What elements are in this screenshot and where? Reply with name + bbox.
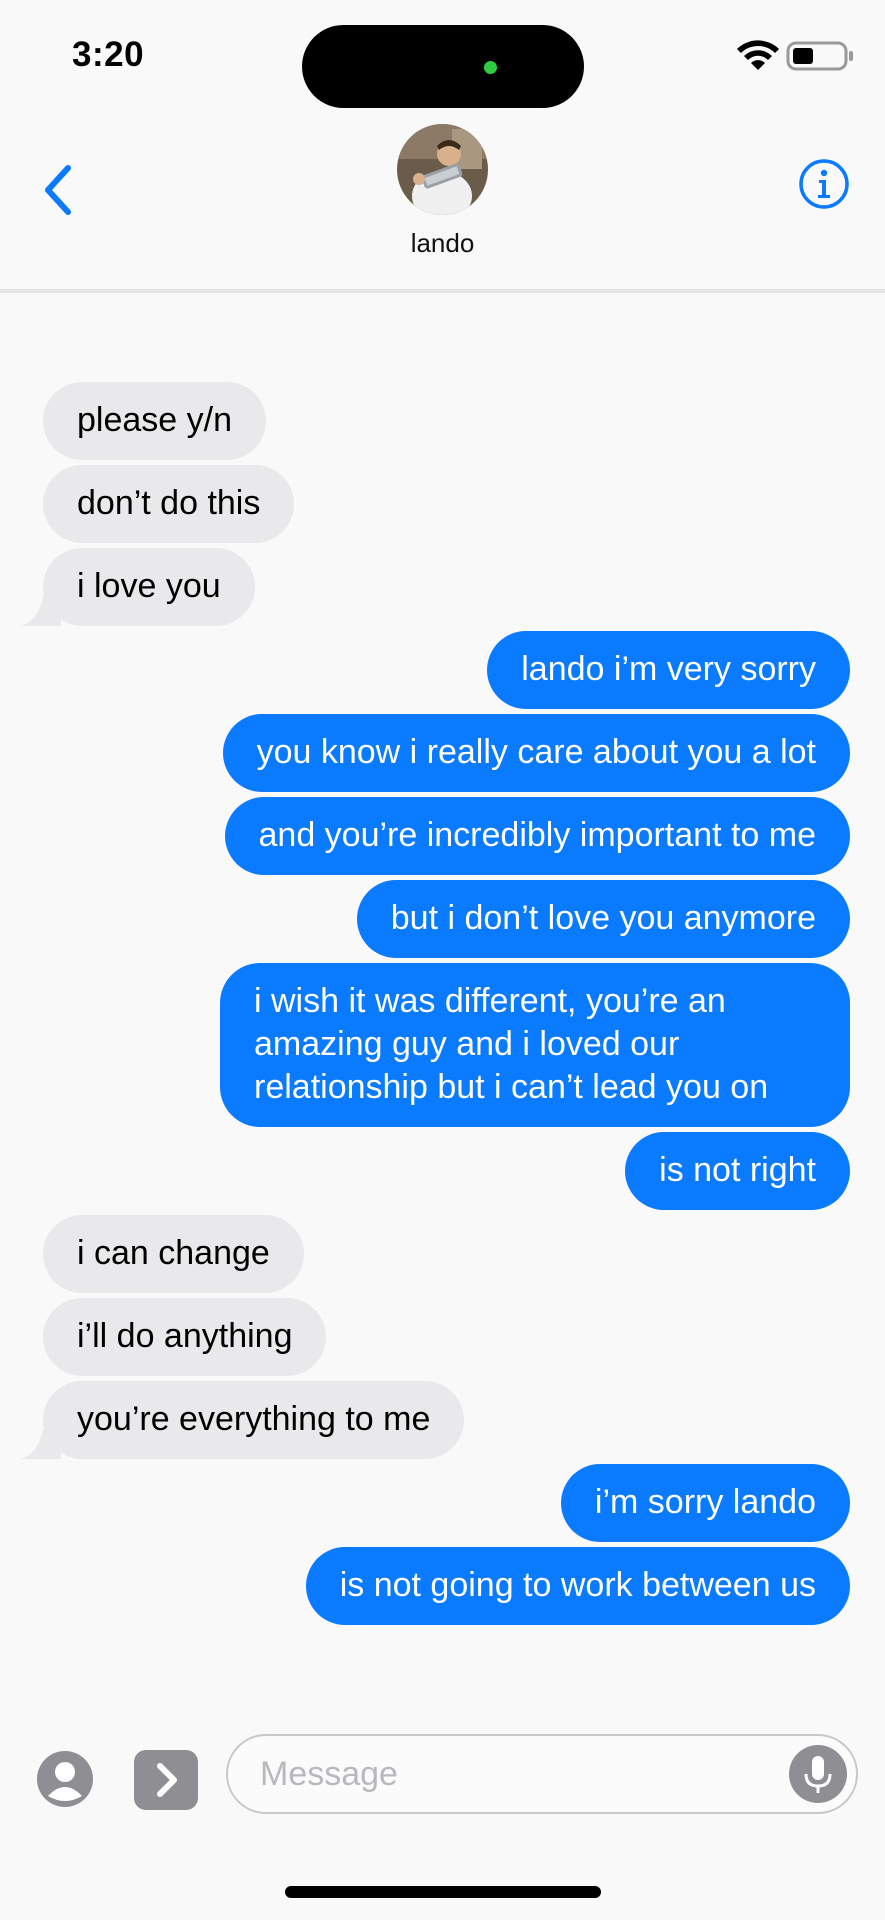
message-text: and you’re incredibly important to me (258, 816, 817, 854)
outgoing-message-row: is not right (0, 1132, 885, 1210)
outgoing-message-row: is not going to work between us (0, 1547, 885, 1625)
incoming-message-row: don’t do this (0, 465, 885, 543)
dynamic-island (302, 25, 584, 108)
contact-avatar (397, 124, 488, 215)
home-indicator (285, 1886, 601, 1898)
outgoing-message-bubble[interactable]: you know i really care about you a lot (222, 714, 850, 792)
incoming-message-bubble[interactable]: don’t do this (43, 465, 295, 543)
outgoing-message-bubble[interactable]: and you’re incredibly important to me (224, 797, 850, 875)
message-thread: please y/n don’t do this i love you lando i… (0, 382, 885, 1630)
incoming-message-bubble[interactable]: i’ll do anything (43, 1298, 327, 1376)
message-input[interactable]: Message (226, 1734, 858, 1814)
outgoing-message-row: and you’re incredibly important to me (0, 797, 885, 875)
message-text: i love you (77, 567, 221, 605)
message-text: i’m sorry lando (594, 1483, 816, 1521)
bubble-tail (21, 1429, 61, 1459)
incoming-message-bubble[interactable]: please y/n (43, 382, 266, 460)
contact-icon[interactable] (36, 1750, 94, 1808)
status-bar: 3:20 (0, 0, 885, 110)
message-text: i’ll do anything (77, 1317, 293, 1355)
outgoing-message-bubble[interactable]: i’m sorry lando (560, 1464, 850, 1542)
incoming-message-row: you’re everything to me (0, 1381, 885, 1459)
message-text: but i don’t love you anymore (390, 899, 816, 937)
outgoing-message-bubble[interactable]: but i don’t love you anymore (356, 880, 850, 958)
message-text: you’re everything to me (77, 1400, 431, 1438)
outgoing-message-row: i wish it was different, you’re an amazi… (0, 963, 885, 1127)
status-time: 3:20 (72, 35, 145, 74)
camera-indicator-dot (484, 61, 497, 74)
chevron-left-icon[interactable] (40, 160, 80, 220)
contact-name[interactable]: lando (0, 228, 885, 259)
message-text: lando i’m very sorry (521, 650, 816, 688)
incoming-message-row: i can change (0, 1215, 885, 1293)
outgoing-message-row: lando i’m very sorry (0, 631, 885, 709)
outgoing-message-bubble[interactable]: is not right (625, 1132, 850, 1210)
avatar[interactable] (397, 124, 488, 215)
outgoing-message-row: but i don’t love you anymore (0, 880, 885, 958)
chevron-right-icon[interactable] (134, 1750, 198, 1810)
incoming-message-row: i’ll do anything (0, 1298, 885, 1376)
message-placeholder: Message (260, 1755, 398, 1793)
message-text: is not right (659, 1151, 816, 1189)
outgoing-message-row: you know i really care about you a lot (0, 714, 885, 792)
battery-icon (786, 41, 853, 71)
outgoing-message-row: i’m sorry lando (0, 1464, 885, 1542)
microphone-icon[interactable] (788, 1744, 848, 1804)
outgoing-message-bubble[interactable]: is not going to work between us (305, 1547, 850, 1625)
message-text: you know i really care about you a lot (256, 733, 816, 771)
wifi-icon (737, 40, 779, 70)
message-text: don’t do this (77, 484, 261, 522)
incoming-message-row: i love you (0, 548, 885, 626)
incoming-message-bubble[interactable]: i can change (43, 1215, 304, 1293)
incoming-message-bubble[interactable]: you’re everything to me (21, 1381, 465, 1459)
incoming-message-bubble[interactable]: i love you (21, 548, 255, 626)
incoming-message-row: please y/n (0, 382, 885, 460)
outgoing-message-bubble[interactable]: lando i’m very sorry (487, 631, 850, 709)
outgoing-message-bubble[interactable]: i wish it was different, you’re an amazi… (220, 963, 850, 1127)
bubble-tail (21, 596, 61, 626)
conversation-header: lando (0, 110, 885, 293)
message-text: i can change (77, 1234, 270, 1272)
message-text: please y/n (77, 401, 232, 439)
message-text: i wish it was different, you’re an amazi… (254, 982, 769, 1106)
message-text: is not going to work between us (339, 1566, 816, 1604)
info-icon[interactable] (797, 157, 851, 211)
